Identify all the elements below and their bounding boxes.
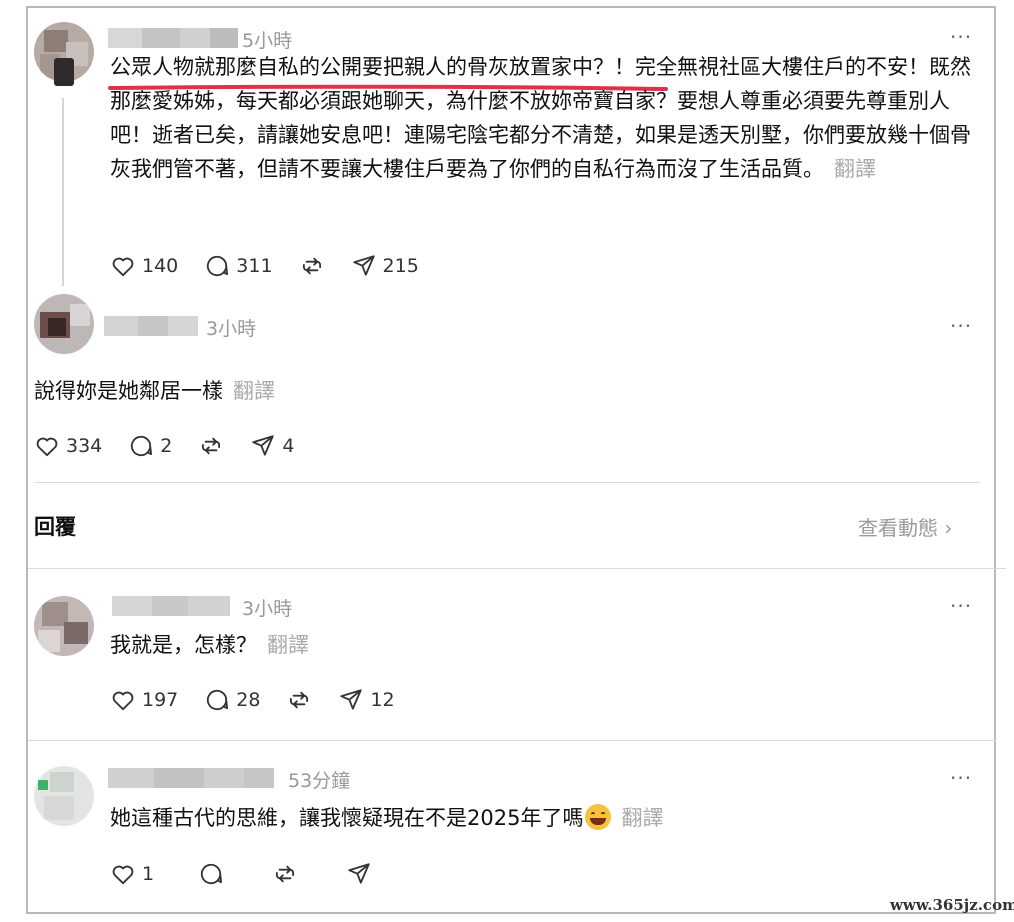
share-count: 215 [382, 255, 419, 277]
reply-text-block: 說得妳是她鄰居一樣 翻譯 [34, 374, 934, 408]
like-button[interactable]: 140 [110, 253, 178, 279]
like-count: 1 [142, 863, 155, 885]
post-time: 5小時 [242, 30, 293, 52]
comment-time: 53分鐘 [288, 770, 351, 792]
comment-button[interactable]: 311 [204, 253, 273, 279]
divider [28, 568, 996, 569]
avatar[interactable] [34, 596, 94, 656]
username-blurred[interactable] [112, 596, 230, 616]
comment-actions: 1 [110, 861, 398, 887]
comment-text-block: 她這種古代的思維，讓我懷疑現在不是2025年了嗎 翻譯 [110, 801, 970, 835]
comment-actions: 197 28 12 [110, 687, 421, 713]
heart-icon [112, 865, 134, 885]
view-activity-link[interactable]: 查看動態 › [858, 512, 952, 541]
share-button[interactable]: 12 [338, 687, 395, 713]
comment-count: 2 [160, 435, 173, 457]
repost-icon [276, 865, 295, 883]
comment-button[interactable] [198, 861, 224, 887]
heart-icon [112, 691, 134, 711]
like-count: 334 [66, 435, 103, 457]
repost-button[interactable] [272, 861, 298, 887]
share-icon [348, 863, 370, 884]
share-count: 4 [282, 435, 295, 457]
translate-link[interactable]: 翻譯 [834, 157, 876, 181]
reply-time: 3小時 [206, 318, 257, 340]
translate-link[interactable]: 翻譯 [267, 633, 309, 657]
more-icon[interactable]: ··· [950, 314, 972, 338]
like-count: 140 [142, 255, 179, 277]
repost-icon [302, 257, 321, 275]
like-button[interactable]: 197 [110, 687, 178, 713]
comment-button[interactable]: 2 [128, 433, 172, 459]
repost-button[interactable] [286, 687, 312, 713]
post-actions: 140 311 215 [110, 253, 445, 279]
comment-count: 28 [236, 689, 261, 711]
more-icon[interactable]: ··· [950, 766, 972, 790]
avatar-secondary [54, 58, 74, 86]
reply-text: 說得妳是她鄰居一樣 [34, 379, 223, 403]
heart-icon [112, 257, 134, 277]
share-button[interactable]: 215 [351, 253, 419, 279]
share-button[interactable] [346, 861, 372, 887]
comment-icon [207, 255, 229, 277]
replies-heading: 回覆 [34, 515, 76, 539]
comment-text: 她這種古代的思維，讓我懷疑現在不是2025年了嗎 [110, 806, 584, 830]
comment-icon [200, 863, 223, 885]
thread-line [62, 98, 64, 286]
translate-link[interactable]: 翻譯 [233, 379, 275, 403]
more-icon[interactable]: ··· [950, 594, 972, 618]
divider [34, 482, 980, 483]
comment-text-block: 我就是，怎樣？ 翻譯 [110, 628, 970, 662]
reply-actions: 334 2 4 [34, 433, 320, 459]
share-button[interactable]: 4 [250, 433, 294, 459]
like-button[interactable]: 1 [110, 861, 154, 887]
divider [28, 740, 996, 741]
share-icon [252, 435, 275, 456]
comment-time: 3小時 [242, 598, 293, 620]
comment-button[interactable]: 28 [204, 687, 260, 713]
repost-icon [202, 437, 221, 455]
watermark: www.365jz.com [890, 896, 1014, 914]
divider [996, 568, 1006, 569]
repost-icon [290, 691, 309, 709]
repost-button[interactable] [299, 253, 325, 279]
share-icon [340, 689, 363, 710]
translate-link[interactable]: 翻譯 [621, 806, 663, 830]
comment-icon [131, 435, 153, 457]
comment-count: 311 [236, 255, 273, 277]
username-blurred[interactable] [108, 28, 238, 48]
grinning-sweat-emoji [585, 804, 612, 830]
comment-icon [207, 689, 229, 711]
avatar[interactable] [34, 766, 94, 826]
share-count: 12 [370, 689, 395, 711]
post-text-block: 公眾人物就那麼自私的公開要把親人的骨灰放置家中？！完全無視社區大樓住戶的不安！既… [110, 50, 980, 186]
share-icon [352, 255, 375, 276]
username-blurred[interactable] [108, 768, 274, 788]
like-count: 197 [142, 689, 179, 711]
more-icon[interactable]: ··· [950, 25, 972, 49]
username-blurred[interactable] [104, 316, 198, 336]
comment-text: 我就是，怎樣？ [110, 633, 257, 657]
avatar[interactable] [34, 294, 94, 354]
heart-icon [36, 437, 58, 457]
like-button[interactable]: 334 [34, 433, 102, 459]
repost-button[interactable] [198, 433, 224, 459]
